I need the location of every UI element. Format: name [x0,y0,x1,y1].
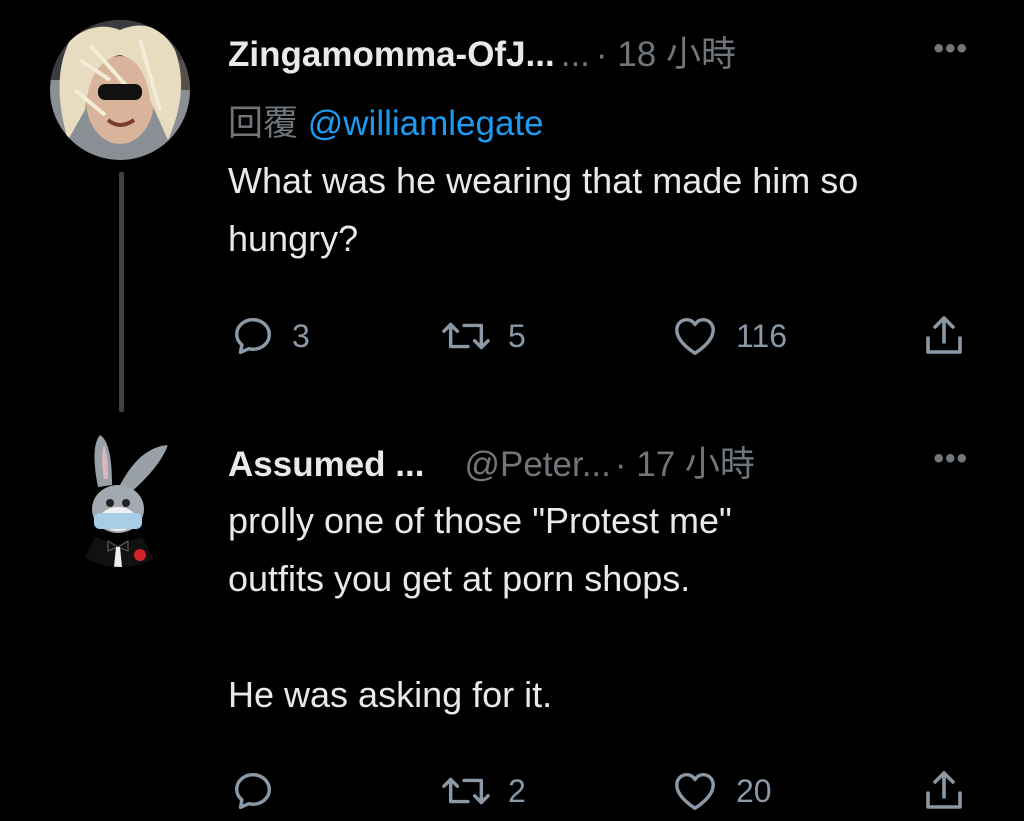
display-name[interactable]: Zingamomma-OfJ... [228,35,555,75]
display-name[interactable]: Assumed ... [228,445,424,485]
handle[interactable]: @Peter... [464,445,610,485]
share-icon [926,771,962,809]
retweet-icon [442,322,490,350]
tweet-1[interactable]: Zingamomma-OfJ... ... · 18 小時 ••• 回覆 @wi… [0,0,1024,412]
timestamp[interactable]: · 18 小時 [596,26,736,77]
like-button[interactable]: 116 [670,306,787,366]
reply-button[interactable]: 3 [230,306,310,366]
tweet-body: prolly one of those "Protest me" outfits… [228,492,968,724]
tweet-header: Zingamomma-OfJ... ... · 18 小時 [228,26,736,77]
reply-icon [234,317,272,355]
like-count: 20 [736,772,772,809]
share-button[interactable] [920,306,968,366]
like-button[interactable]: 20 [670,761,772,821]
thread-connector-line [119,172,124,412]
heart-icon [675,317,715,355]
timestamp[interactable]: · 17 小時 [615,436,755,487]
tweet-actions: 3 5 116 [0,306,1024,366]
reply-count: 3 [292,317,310,354]
tweet-body: What was he wearing that made him so hun… [228,160,859,259]
avatar-zingamomma[interactable] [50,20,190,160]
tweet-actions: 2 20 [0,761,1024,821]
tweet-2[interactable]: Assumed ... @Peter... · 17 小時 ••• prolly… [0,410,1024,821]
retweet-button[interactable]: 2 [440,761,526,821]
retweet-count: 2 [508,772,526,809]
share-button[interactable] [920,761,968,821]
retweet-icon [442,777,490,805]
avatar-photo-icon [50,20,190,160]
mention-link[interactable]: @williamlegate [308,104,544,143]
heart-icon [675,772,715,810]
reply-context: 回覆 @williamlegate [228,95,544,146]
handle[interactable]: ... [561,35,590,75]
more-dots-icon[interactable]: ••• [933,32,968,66]
tweet-header: Assumed ... @Peter... · 17 小時 [228,436,755,487]
retweet-button[interactable]: 5 [440,306,526,366]
body-line-2: outfits you get at porn shops. [228,558,691,599]
avatar-assumed[interactable] [50,427,190,567]
more-dots-icon[interactable]: ••• [933,442,968,476]
reply-button[interactable] [230,761,292,821]
like-count: 116 [736,317,788,354]
share-icon [926,316,962,354]
retweet-count: 5 [508,317,526,354]
reply-icon [234,772,272,810]
reply-label: 回覆 [228,104,299,143]
bugs-bunny-avatar-icon [50,427,190,567]
body-line-3: He was asking for it. [228,674,553,715]
body-line-1: prolly one of those "Protest me" [228,500,732,541]
